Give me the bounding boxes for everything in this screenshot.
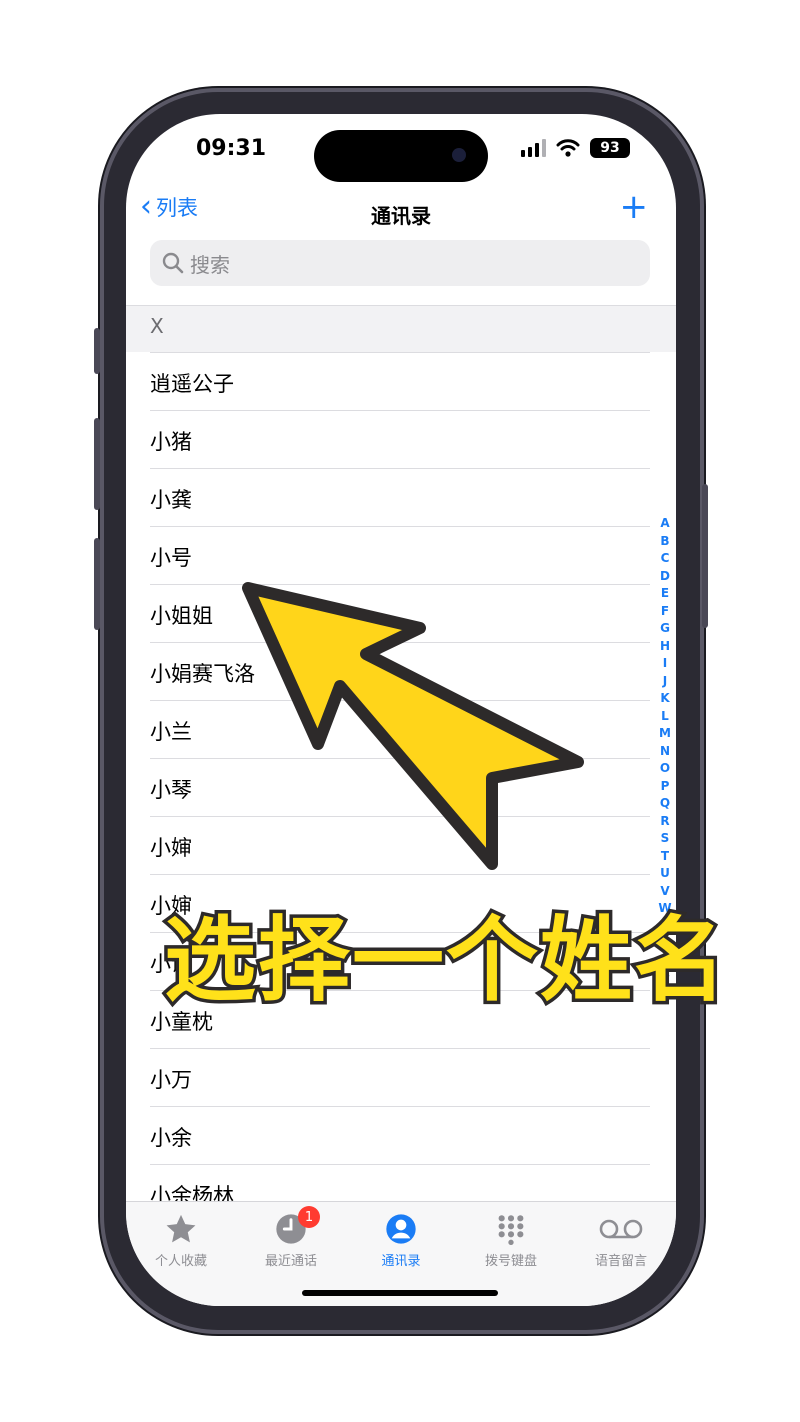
overlay-caption: 选择一个姓名 [160,904,729,1018]
pointer-arrow-icon [242,582,584,870]
